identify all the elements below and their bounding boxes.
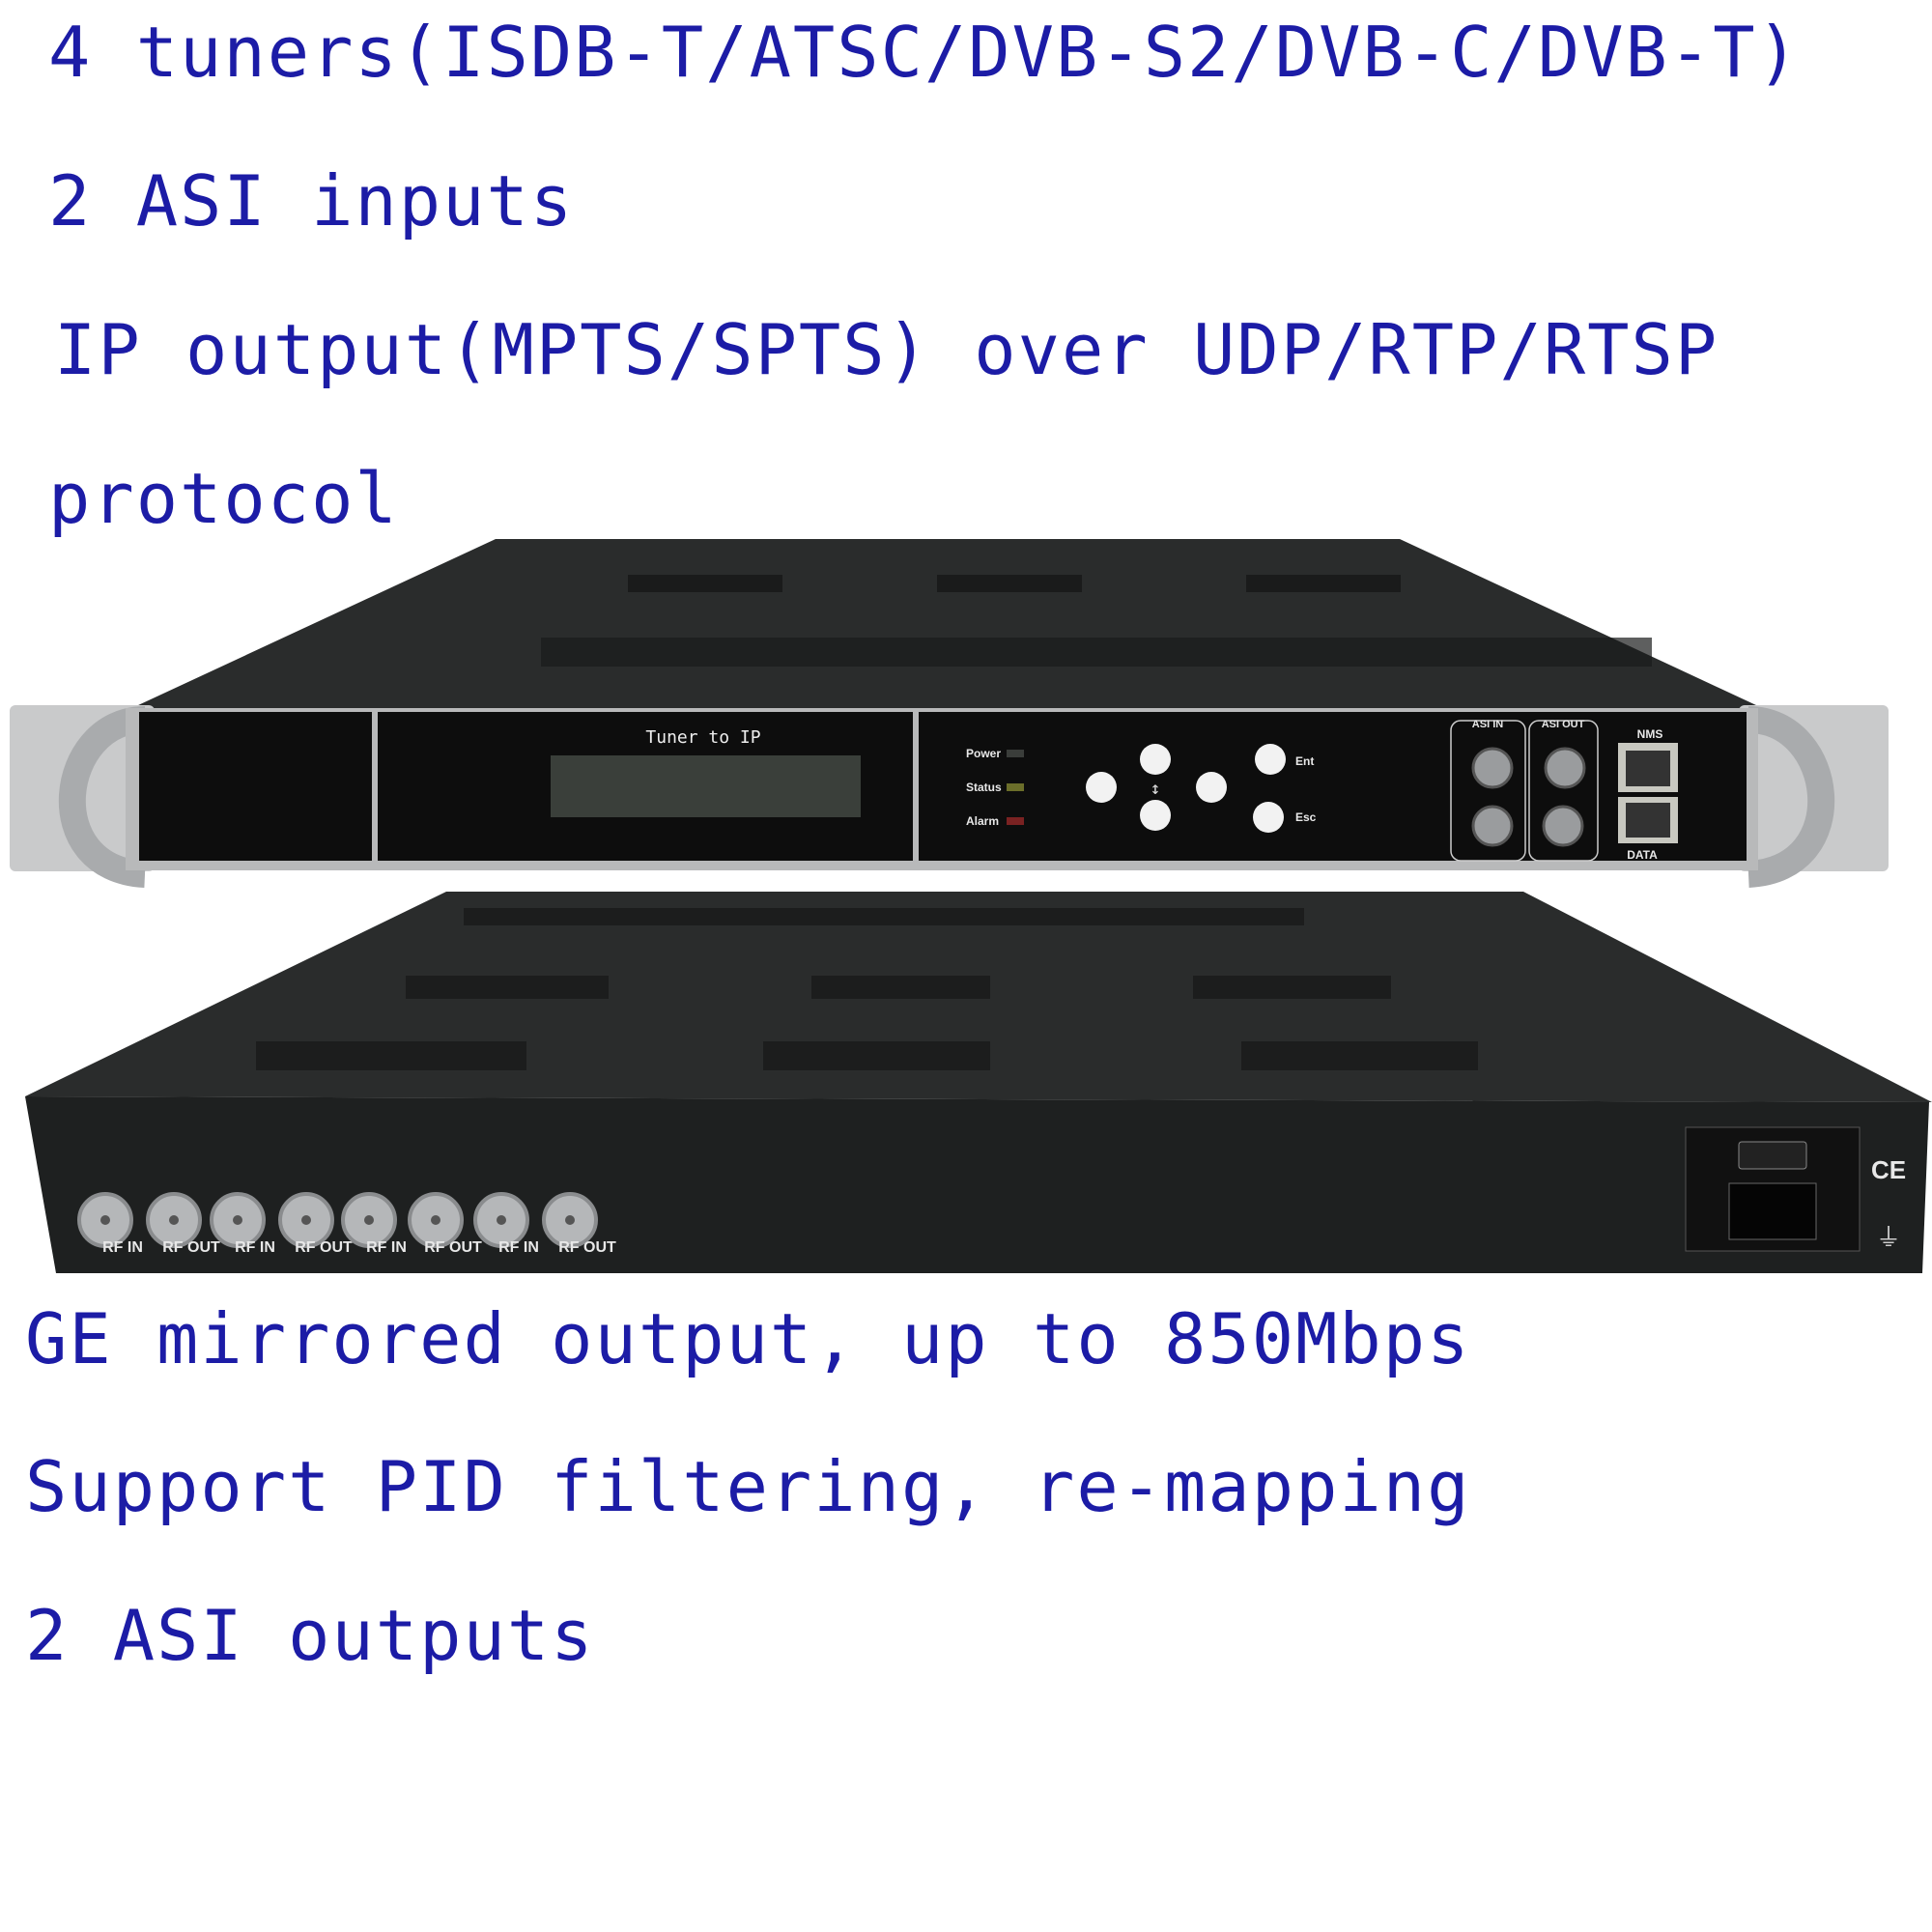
rf-port-pin (233, 1215, 242, 1225)
down-button[interactable] (1140, 800, 1171, 831)
arrows-icon: ↕ (1151, 779, 1161, 799)
lcd-title: Tuner to IP (645, 727, 760, 748)
asi-in-port-2[interactable] (1471, 805, 1514, 847)
rear-vent (811, 976, 990, 999)
rear-vent (256, 1041, 526, 1070)
asi-out-port-2[interactable] (1542, 805, 1584, 847)
power-inlet[interactable] (1728, 1182, 1817, 1240)
lcd-screen (551, 755, 861, 817)
left-button[interactable] (1086, 772, 1117, 803)
rf-port-label: RF OUT (295, 1239, 353, 1256)
led-power (1007, 750, 1024, 757)
escape-label: Esc (1295, 810, 1317, 824)
rear-vent (406, 976, 609, 999)
rf-port-pin (431, 1215, 440, 1225)
rf-port-label: RF OUT (162, 1239, 220, 1256)
rf-port-pin (169, 1215, 179, 1225)
feature-line-6: Support PID filtering, re-mapping (25, 1446, 1471, 1527)
rf-port-label: RF OUT (558, 1239, 616, 1256)
asi-in-label: ASI IN (1472, 719, 1503, 730)
front-vent (541, 638, 1652, 667)
front-unit: Tuner to IP Power Status Alarm ↕ Ent Esc… (10, 539, 1889, 888)
rear-unit: RF IN RF OUT RF IN RF OUT RF IN RF OUT RF IN RF… (25, 892, 1932, 1273)
rear-vent (763, 1041, 990, 1070)
rear-vent (1193, 976, 1391, 999)
rf-port-label: RF IN (498, 1239, 539, 1256)
ce-mark: CE (1871, 1155, 1906, 1184)
led-status (1007, 783, 1024, 791)
led-label-alarm: Alarm (966, 814, 999, 828)
enter-button[interactable] (1255, 744, 1286, 775)
led-label-power: Power (966, 747, 1001, 760)
rear-vent (1241, 1041, 1478, 1070)
rf-port-label: RF IN (102, 1239, 143, 1256)
power-switch[interactable] (1738, 1141, 1807, 1170)
asi-out-label: ASI OUT (1542, 719, 1585, 730)
feature-line-7: 2 ASI outputs (25, 1595, 595, 1676)
blank-panel (139, 712, 372, 861)
feature-line-5: GE mirrored output, up to 850Mbps (25, 1298, 1471, 1379)
rf-port-pin (565, 1215, 575, 1225)
led-label-status: Status (966, 781, 1002, 794)
asi-in-port-1[interactable] (1471, 747, 1514, 789)
rear-vent (464, 908, 1304, 925)
up-button[interactable] (1140, 744, 1171, 775)
front-vent (937, 575, 1082, 592)
rf-port-pin (364, 1215, 374, 1225)
rf-port-pin (301, 1215, 311, 1225)
front-vent (1246, 575, 1401, 592)
rf-port-label: RF IN (235, 1239, 275, 1256)
rf-port-label: RF OUT (424, 1239, 482, 1256)
rf-port-pin (100, 1215, 110, 1225)
right-button[interactable] (1196, 772, 1227, 803)
rf-port-pin (497, 1215, 506, 1225)
nms-port-socket (1626, 751, 1670, 786)
front-vent (628, 575, 782, 592)
front-top-cover (124, 539, 1771, 712)
data-port-socket (1626, 803, 1670, 838)
ground-icon: ⏚ (1876, 1224, 1901, 1253)
led-alarm (1007, 817, 1024, 825)
escape-button[interactable] (1253, 802, 1284, 833)
asi-out-port-1[interactable] (1544, 747, 1586, 789)
rf-port-label: RF IN (366, 1239, 407, 1256)
nms-label: NMS (1637, 727, 1663, 741)
data-label: DATA (1627, 848, 1658, 862)
enter-label: Ent (1295, 754, 1314, 768)
